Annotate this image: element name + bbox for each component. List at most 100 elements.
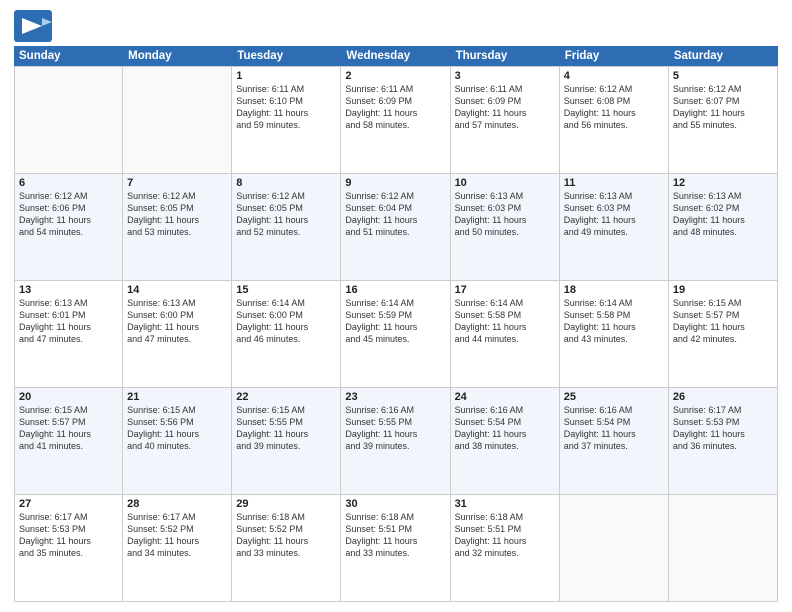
day-info: Sunrise: 6:16 AMSunset: 5:55 PMDaylight:… bbox=[345, 404, 445, 453]
calendar-day-13: 13Sunrise: 6:13 AMSunset: 6:01 PMDayligh… bbox=[14, 281, 123, 387]
calendar-day-24: 24Sunrise: 6:16 AMSunset: 5:54 PMDayligh… bbox=[451, 388, 560, 494]
day-info: Sunrise: 6:13 AMSunset: 6:02 PMDaylight:… bbox=[673, 190, 773, 239]
day-number: 26 bbox=[673, 391, 773, 403]
header-day-wednesday: Wednesday bbox=[341, 46, 450, 66]
calendar-day-7: 7Sunrise: 6:12 AMSunset: 6:05 PMDaylight… bbox=[123, 174, 232, 280]
day-number: 19 bbox=[673, 284, 773, 296]
day-number: 27 bbox=[19, 498, 118, 510]
day-number: 16 bbox=[345, 284, 445, 296]
day-info: Sunrise: 6:14 AMSunset: 5:58 PMDaylight:… bbox=[564, 297, 664, 346]
calendar-day-16: 16Sunrise: 6:14 AMSunset: 5:59 PMDayligh… bbox=[341, 281, 450, 387]
calendar-day-18: 18Sunrise: 6:14 AMSunset: 5:58 PMDayligh… bbox=[560, 281, 669, 387]
header-day-tuesday: Tuesday bbox=[232, 46, 341, 66]
day-number: 7 bbox=[127, 177, 227, 189]
calendar-week-3: 13Sunrise: 6:13 AMSunset: 6:01 PMDayligh… bbox=[14, 281, 778, 388]
header bbox=[14, 10, 778, 42]
calendar-day-29: 29Sunrise: 6:18 AMSunset: 5:52 PMDayligh… bbox=[232, 495, 341, 601]
header-day-thursday: Thursday bbox=[451, 46, 560, 66]
day-info: Sunrise: 6:15 AMSunset: 5:55 PMDaylight:… bbox=[236, 404, 336, 453]
day-number: 6 bbox=[19, 177, 118, 189]
calendar-week-5: 27Sunrise: 6:17 AMSunset: 5:53 PMDayligh… bbox=[14, 495, 778, 602]
page: SundayMondayTuesdayWednesdayThursdayFrid… bbox=[0, 0, 792, 612]
header-day-monday: Monday bbox=[123, 46, 232, 66]
day-info: Sunrise: 6:17 AMSunset: 5:53 PMDaylight:… bbox=[19, 511, 118, 560]
calendar-day-1: 1Sunrise: 6:11 AMSunset: 6:10 PMDaylight… bbox=[232, 67, 341, 173]
calendar-empty-cell bbox=[123, 67, 232, 173]
calendar-week-4: 20Sunrise: 6:15 AMSunset: 5:57 PMDayligh… bbox=[14, 388, 778, 495]
calendar-body: 1Sunrise: 6:11 AMSunset: 6:10 PMDaylight… bbox=[14, 66, 778, 602]
day-number: 2 bbox=[345, 70, 445, 82]
calendar-empty-cell bbox=[560, 495, 669, 601]
day-info: Sunrise: 6:15 AMSunset: 5:56 PMDaylight:… bbox=[127, 404, 227, 453]
day-number: 9 bbox=[345, 177, 445, 189]
calendar-day-26: 26Sunrise: 6:17 AMSunset: 5:53 PMDayligh… bbox=[669, 388, 778, 494]
day-number: 20 bbox=[19, 391, 118, 403]
logo bbox=[14, 10, 56, 42]
calendar-day-2: 2Sunrise: 6:11 AMSunset: 6:09 PMDaylight… bbox=[341, 67, 450, 173]
day-number: 21 bbox=[127, 391, 227, 403]
day-info: Sunrise: 6:16 AMSunset: 5:54 PMDaylight:… bbox=[564, 404, 664, 453]
calendar-day-20: 20Sunrise: 6:15 AMSunset: 5:57 PMDayligh… bbox=[14, 388, 123, 494]
day-info: Sunrise: 6:13 AMSunset: 6:01 PMDaylight:… bbox=[19, 297, 118, 346]
day-info: Sunrise: 6:18 AMSunset: 5:51 PMDaylight:… bbox=[345, 511, 445, 560]
calendar-empty-cell bbox=[14, 67, 123, 173]
calendar-day-25: 25Sunrise: 6:16 AMSunset: 5:54 PMDayligh… bbox=[560, 388, 669, 494]
calendar-empty-cell bbox=[669, 495, 778, 601]
calendar-day-10: 10Sunrise: 6:13 AMSunset: 6:03 PMDayligh… bbox=[451, 174, 560, 280]
day-info: Sunrise: 6:12 AMSunset: 6:07 PMDaylight:… bbox=[673, 83, 773, 132]
day-number: 24 bbox=[455, 391, 555, 403]
calendar-header: SundayMondayTuesdayWednesdayThursdayFrid… bbox=[14, 46, 778, 66]
calendar-day-28: 28Sunrise: 6:17 AMSunset: 5:52 PMDayligh… bbox=[123, 495, 232, 601]
calendar-day-14: 14Sunrise: 6:13 AMSunset: 6:00 PMDayligh… bbox=[123, 281, 232, 387]
day-info: Sunrise: 6:13 AMSunset: 6:03 PMDaylight:… bbox=[564, 190, 664, 239]
day-info: Sunrise: 6:12 AMSunset: 6:04 PMDaylight:… bbox=[345, 190, 445, 239]
day-info: Sunrise: 6:12 AMSunset: 6:06 PMDaylight:… bbox=[19, 190, 118, 239]
day-number: 29 bbox=[236, 498, 336, 510]
day-number: 22 bbox=[236, 391, 336, 403]
day-info: Sunrise: 6:18 AMSunset: 5:51 PMDaylight:… bbox=[455, 511, 555, 560]
calendar-day-30: 30Sunrise: 6:18 AMSunset: 5:51 PMDayligh… bbox=[341, 495, 450, 601]
day-info: Sunrise: 6:15 AMSunset: 5:57 PMDaylight:… bbox=[19, 404, 118, 453]
calendar-day-8: 8Sunrise: 6:12 AMSunset: 6:05 PMDaylight… bbox=[232, 174, 341, 280]
day-info: Sunrise: 6:12 AMSunset: 6:08 PMDaylight:… bbox=[564, 83, 664, 132]
day-number: 14 bbox=[127, 284, 227, 296]
day-number: 23 bbox=[345, 391, 445, 403]
calendar-day-4: 4Sunrise: 6:12 AMSunset: 6:08 PMDaylight… bbox=[560, 67, 669, 173]
day-info: Sunrise: 6:17 AMSunset: 5:52 PMDaylight:… bbox=[127, 511, 227, 560]
day-info: Sunrise: 6:14 AMSunset: 5:58 PMDaylight:… bbox=[455, 297, 555, 346]
calendar-day-6: 6Sunrise: 6:12 AMSunset: 6:06 PMDaylight… bbox=[14, 174, 123, 280]
day-number: 11 bbox=[564, 177, 664, 189]
day-info: Sunrise: 6:18 AMSunset: 5:52 PMDaylight:… bbox=[236, 511, 336, 560]
header-day-friday: Friday bbox=[560, 46, 669, 66]
day-info: Sunrise: 6:13 AMSunset: 6:03 PMDaylight:… bbox=[455, 190, 555, 239]
day-number: 28 bbox=[127, 498, 227, 510]
calendar-day-5: 5Sunrise: 6:12 AMSunset: 6:07 PMDaylight… bbox=[669, 67, 778, 173]
day-number: 13 bbox=[19, 284, 118, 296]
day-number: 17 bbox=[455, 284, 555, 296]
day-number: 8 bbox=[236, 177, 336, 189]
day-info: Sunrise: 6:14 AMSunset: 5:59 PMDaylight:… bbox=[345, 297, 445, 346]
day-number: 31 bbox=[455, 498, 555, 510]
day-number: 15 bbox=[236, 284, 336, 296]
calendar: SundayMondayTuesdayWednesdayThursdayFrid… bbox=[14, 46, 778, 602]
day-info: Sunrise: 6:16 AMSunset: 5:54 PMDaylight:… bbox=[455, 404, 555, 453]
calendar-day-23: 23Sunrise: 6:16 AMSunset: 5:55 PMDayligh… bbox=[341, 388, 450, 494]
day-info: Sunrise: 6:12 AMSunset: 6:05 PMDaylight:… bbox=[127, 190, 227, 239]
day-number: 3 bbox=[455, 70, 555, 82]
day-number: 4 bbox=[564, 70, 664, 82]
calendar-day-19: 19Sunrise: 6:15 AMSunset: 5:57 PMDayligh… bbox=[669, 281, 778, 387]
day-info: Sunrise: 6:11 AMSunset: 6:09 PMDaylight:… bbox=[345, 83, 445, 132]
day-info: Sunrise: 6:17 AMSunset: 5:53 PMDaylight:… bbox=[673, 404, 773, 453]
day-number: 5 bbox=[673, 70, 773, 82]
day-number: 18 bbox=[564, 284, 664, 296]
calendar-week-2: 6Sunrise: 6:12 AMSunset: 6:06 PMDaylight… bbox=[14, 174, 778, 281]
calendar-day-12: 12Sunrise: 6:13 AMSunset: 6:02 PMDayligh… bbox=[669, 174, 778, 280]
day-number: 1 bbox=[236, 70, 336, 82]
logo-icon bbox=[14, 10, 52, 42]
day-number: 25 bbox=[564, 391, 664, 403]
calendar-day-22: 22Sunrise: 6:15 AMSunset: 5:55 PMDayligh… bbox=[232, 388, 341, 494]
calendar-week-1: 1Sunrise: 6:11 AMSunset: 6:10 PMDaylight… bbox=[14, 66, 778, 174]
calendar-day-3: 3Sunrise: 6:11 AMSunset: 6:09 PMDaylight… bbox=[451, 67, 560, 173]
header-day-sunday: Sunday bbox=[14, 46, 123, 66]
calendar-day-27: 27Sunrise: 6:17 AMSunset: 5:53 PMDayligh… bbox=[14, 495, 123, 601]
